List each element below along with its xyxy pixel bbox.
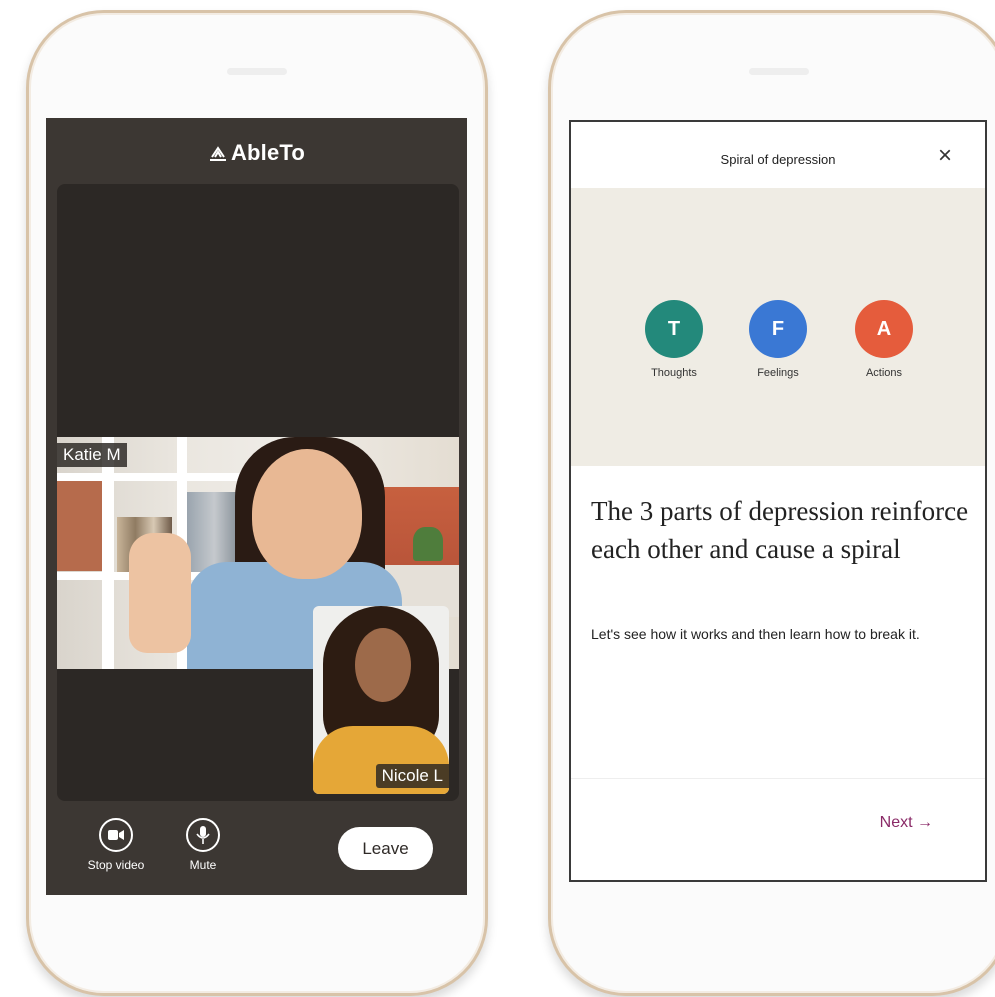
modal-header: Spiral of depression × — [571, 122, 985, 188]
brand-name: AbleTo — [230, 140, 306, 165]
modal-title: Spiral of depression — [720, 152, 836, 167]
lesson-body: Let's see how it works and then learn ho… — [591, 626, 920, 642]
thoughts-circle: T — [645, 300, 703, 358]
leave-button[interactable]: Leave — [338, 827, 433, 870]
microphone-icon — [186, 818, 220, 852]
cycle-illustration: T Thoughts F Feelings A Actions — [571, 188, 985, 466]
person-face — [252, 449, 362, 579]
video-area: Katie M Nicole L — [57, 184, 459, 801]
lesson-headline: The 3 parts of depression reinforce each… — [591, 496, 969, 564]
lesson-modal: Spiral of depression × T Thoughts F Feel… — [569, 120, 987, 882]
feelings-item: F Feelings — [733, 300, 823, 379]
next-button[interactable]: Next → — [880, 814, 933, 832]
brand-logo: AbleTo — [46, 140, 467, 166]
participant-name-pip: Nicole L — [375, 764, 449, 788]
participant-name-main: Katie M — [57, 443, 127, 467]
phone-speaker — [749, 68, 809, 75]
self-view-video[interactable]: Nicole L — [313, 606, 449, 794]
mute-button[interactable]: Mute — [163, 818, 243, 872]
thoughts-label: Thoughts — [651, 367, 697, 379]
waving-hand — [129, 533, 191, 653]
stop-video-button[interactable]: Stop video — [76, 818, 156, 872]
feelings-circle: F — [749, 300, 807, 358]
plant — [413, 527, 443, 561]
brick-wall — [57, 481, 102, 571]
phone-speaker — [227, 68, 287, 75]
actions-circle: A — [855, 300, 913, 358]
feelings-label: Feelings — [757, 367, 799, 379]
thoughts-item: T Thoughts — [629, 300, 719, 379]
close-button[interactable]: × — [933, 144, 957, 168]
books — [187, 492, 242, 572]
stop-video-label: Stop video — [87, 858, 145, 872]
actions-item: A Actions — [839, 300, 929, 379]
bookshelf — [102, 437, 114, 669]
shelf-board — [57, 473, 247, 481]
video-camera-icon — [99, 818, 133, 852]
footer-divider — [571, 778, 985, 779]
ableto-mark-icon — [209, 146, 226, 161]
video-call-screen: AbleTo Katie M Nicole L Stop video Mute … — [46, 118, 467, 895]
person-face — [355, 628, 411, 702]
mute-label: Mute — [189, 858, 217, 872]
actions-label: Actions — [865, 367, 903, 379]
